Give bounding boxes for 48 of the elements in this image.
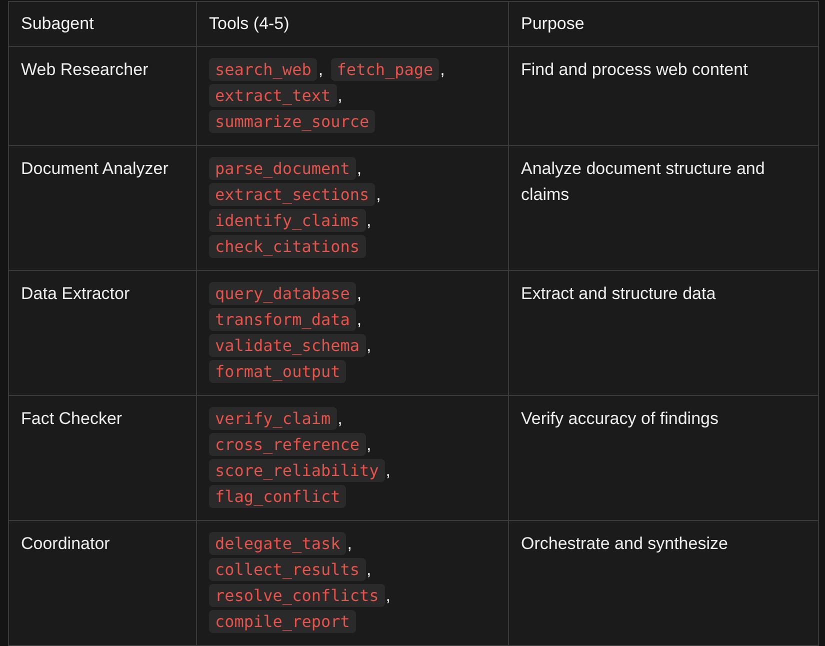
code-tag: query_database <box>209 282 356 305</box>
comma-separator: , <box>356 159 362 178</box>
code-tag: score_reliability <box>209 459 385 482</box>
comma-separator: , <box>338 409 342 428</box>
comma-separator: , <box>347 534 352 553</box>
comma-separator: , <box>366 435 372 454</box>
code-tag: verify_claim <box>209 407 337 430</box>
code-tag: fetch_page <box>330 58 440 81</box>
table-cell: Fact Checker <box>8 396 196 520</box>
comma-separator: , <box>356 310 362 329</box>
table-cell: Find and process web content <box>508 46 818 146</box>
table-cell: Data Extractor <box>8 270 196 396</box>
code-tag: search_web <box>209 58 318 81</box>
code-tag: delegate_task <box>209 532 346 555</box>
code-tag: check_citations <box>209 235 366 258</box>
comma-separator: , <box>386 586 390 605</box>
code-tag: extract_text <box>209 84 337 107</box>
code-tag: collect_results <box>209 558 366 581</box>
comma-separator: , <box>318 60 324 79</box>
comma-separator: , <box>440 60 445 79</box>
code-tag: compile_report <box>209 610 356 633</box>
comma-separator: , <box>356 284 362 303</box>
column-header: Purpose <box>508 2 818 46</box>
comma-separator: , <box>366 560 372 579</box>
table-cell: Analyze document structure and claims <box>508 146 818 270</box>
code-tag: summarize_source <box>209 110 376 133</box>
comma-separator: , <box>366 336 372 355</box>
code-tag: extract_sections <box>209 183 376 206</box>
comma-separator: , <box>366 211 372 230</box>
comma-separator: , <box>376 185 381 204</box>
table-cell: Coordinator <box>8 520 196 646</box>
table-cell: Document Analyzer <box>8 146 196 270</box>
table-cell: Verify accuracy of findings <box>508 396 818 520</box>
code-tag: transform_data <box>209 308 356 331</box>
code-tag: resolve_conflicts <box>209 584 385 607</box>
code-tag: parse_document <box>209 157 356 180</box>
table-cell: Extract and structure data <box>508 270 818 396</box>
code-tag: flag_conflict <box>209 485 346 508</box>
column-header: Tools (4-5) <box>196 2 508 46</box>
column-header: Subagent <box>8 2 196 46</box>
table-cell: Web Researcher <box>8 46 196 146</box>
code-tag: format_output <box>209 360 346 383</box>
comma-separator: , <box>338 86 342 105</box>
table-cell: Orchestrate and synthesize <box>508 520 818 646</box>
code-tag: validate_schema <box>209 334 366 357</box>
code-tag: identify_claims <box>209 209 366 232</box>
code-tag: cross_reference <box>209 433 366 456</box>
comma-separator: , <box>386 461 390 480</box>
